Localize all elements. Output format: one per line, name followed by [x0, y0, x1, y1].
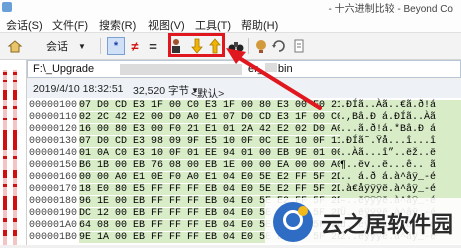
watermark-logo [273, 202, 313, 242]
watermark: 云之居软件园 [265, 198, 461, 245]
watermark-text: 云之居软件园 [321, 212, 454, 237]
